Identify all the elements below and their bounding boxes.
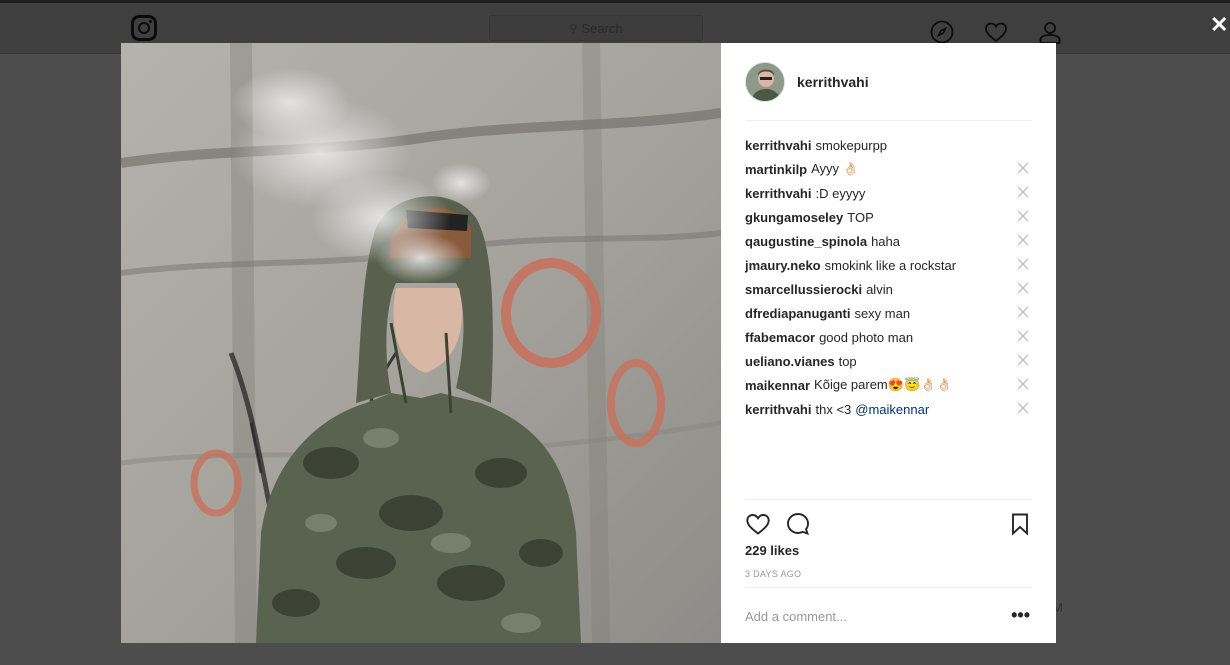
comment-row: kerrithvahi :D eyyyy — [745, 181, 1032, 205]
comment-text: smokepurpp — [815, 137, 888, 153]
comment-row: dfrediapanuganti sexy man — [745, 301, 1032, 325]
comment-username[interactable]: dfrediapanuganti — [745, 306, 850, 321]
instagram-logo-icon[interactable] — [131, 15, 157, 41]
comment-text: TOP — [847, 209, 874, 225]
search-box[interactable]: ⚲ Search — [489, 15, 703, 41]
delete-comment-icon[interactable] — [1016, 233, 1030, 247]
comment-row: kerrithvahi thx <3 @maikennar — [745, 397, 1032, 421]
comment-text: top — [838, 353, 857, 369]
post-photo[interactable] — [121, 43, 721, 643]
comment-row: martinkilp Ayyy 👌🏻 — [745, 157, 1032, 181]
comment-row: ueliano.vianes top — [745, 349, 1032, 373]
likes-count[interactable]: 229 likes — [745, 543, 799, 558]
delete-comment-icon[interactable] — [1016, 209, 1030, 223]
delete-comment-icon[interactable] — [1016, 353, 1030, 367]
comment-row: maikennar Kõige parem😍😇👌🏻👌🏻 — [745, 373, 1032, 397]
comment-text: Ayyy 👌🏻 — [811, 161, 859, 176]
post-author-username[interactable]: kerrithvahi — [797, 62, 869, 102]
comment-text: smokink like a rockstar — [824, 257, 957, 273]
comment-username[interactable]: jmaury.neko — [745, 258, 821, 273]
comment-username[interactable]: ueliano.vianes — [745, 354, 835, 369]
comment-username[interactable]: gkungamoseley — [745, 210, 843, 225]
search-placeholder: Search — [581, 20, 623, 36]
post-side-panel: kerrithvahi kerrithvahi smokepurpp martink… — [721, 43, 1056, 643]
comment-row: gkungamoseley TOP — [745, 205, 1032, 229]
comment-text: thx <3 — [815, 401, 852, 417]
compass-icon[interactable] — [930, 20, 954, 44]
add-comment-section: ••• — [745, 587, 1032, 644]
add-comment-input[interactable] — [745, 606, 995, 626]
bookmark-icon[interactable] — [1007, 511, 1033, 537]
comment-username[interactable]: ffabemacor — [745, 330, 815, 345]
more-options-icon[interactable]: ••• — [1011, 606, 1030, 624]
comment-username[interactable]: smarcellussierocki — [745, 282, 862, 297]
comment-text: good photo man — [819, 329, 914, 345]
comment-username[interactable]: maikennar — [745, 378, 810, 393]
search-icon: ⚲ — [569, 22, 578, 35]
comment-text: :D eyyyy — [815, 185, 866, 201]
post-modal: kerrithvahi kerrithvahi smokepurpp martink… — [121, 43, 1056, 643]
delete-comment-icon[interactable] — [1016, 377, 1030, 391]
comment-text: sexy man — [854, 305, 911, 321]
post-image — [121, 43, 721, 643]
comment-username[interactable]: martinkilp — [745, 162, 807, 177]
delete-comment-icon[interactable] — [1016, 281, 1030, 295]
comment-text: alvin — [866, 281, 893, 297]
comment-mention-link[interactable]: @maikennar — [855, 402, 929, 417]
delete-comment-icon[interactable] — [1016, 305, 1030, 319]
delete-comment-icon[interactable] — [1016, 161, 1030, 175]
user-icon[interactable] — [1038, 20, 1062, 44]
post-timestamp: 3 DAYS AGO — [745, 569, 802, 579]
comments-list: kerrithvahi smokepurpp martinkilp Ayyy 👌🏻 ke… — [745, 133, 1032, 421]
heart-icon[interactable] — [984, 20, 1008, 44]
post-actions-bar — [745, 499, 1032, 544]
delete-comment-icon[interactable] — [1016, 257, 1030, 271]
delete-comment-icon[interactable] — [1016, 329, 1030, 343]
comment-row: ffabemacor good photo man — [745, 325, 1032, 349]
comment-row: kerrithvahi smokepurpp — [745, 133, 1032, 157]
comment-row: smarcellussierocki alvin — [745, 277, 1032, 301]
avatar[interactable] — [745, 62, 785, 102]
comment-username[interactable]: kerrithvahi — [745, 138, 811, 153]
post-header: kerrithvahi — [745, 62, 1032, 121]
comment-text: Kõige parem😍😇👌🏻👌🏻 — [814, 377, 953, 392]
comment-row: jmaury.neko smokink like a rockstar — [745, 253, 1032, 277]
delete-comment-icon[interactable] — [1016, 185, 1030, 199]
comment-username[interactable]: kerrithvahi — [745, 186, 811, 201]
close-icon[interactable]: ✕ — [1210, 12, 1230, 38]
like-heart-icon[interactable] — [745, 511, 771, 537]
delete-comment-icon[interactable] — [1016, 401, 1030, 415]
comment-row: qaugustine_spinola haha — [745, 229, 1032, 253]
comment-bubble-icon[interactable] — [785, 511, 811, 537]
comment-text: haha — [871, 233, 900, 249]
comment-username[interactable]: qaugustine_spinola — [745, 234, 867, 249]
comment-username[interactable]: kerrithvahi — [745, 402, 811, 417]
